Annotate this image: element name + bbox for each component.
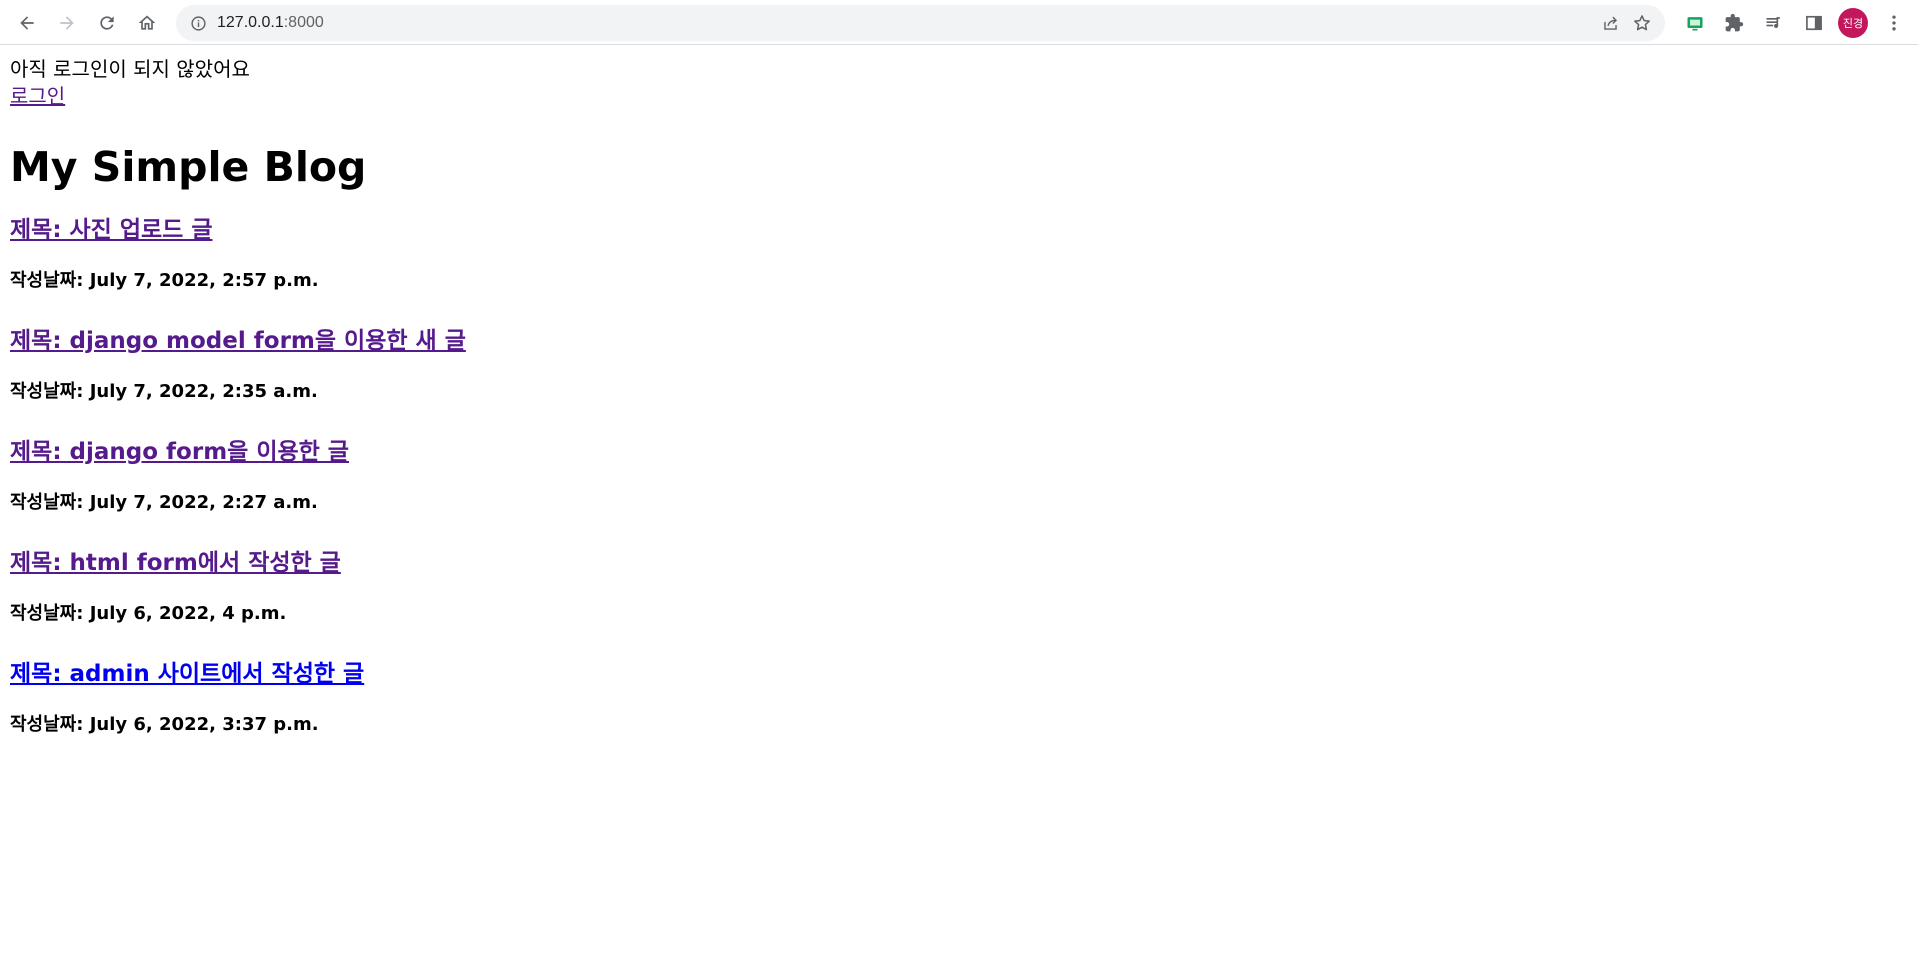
profile-avatar[interactable]: 진경 — [1838, 8, 1868, 38]
post-title-link[interactable]: 제목: html form에서 작성한 글 — [10, 548, 341, 578]
playlist-icon[interactable] — [1762, 11, 1786, 35]
arrow-right-icon — [60, 16, 74, 30]
page-content: 아직 로그인이 되지 않았어요 로그인 My Simple Blog 제목: 사… — [10, 56, 1900, 735]
url-text[interactable]: 127.0.0.1:8000 — [217, 14, 324, 32]
reload-icon — [100, 16, 114, 30]
screen-cast-icon[interactable] — [1683, 11, 1707, 35]
info-icon[interactable] — [188, 13, 208, 33]
puzzle-icon[interactable] — [1722, 11, 1746, 35]
post-item: 제목: 사진 업로드 글 작성날짜: July 7, 2022, 2:57 p.… — [10, 215, 1010, 291]
share-icon[interactable] — [1600, 13, 1620, 33]
reload-button[interactable] — [90, 6, 124, 40]
login-link[interactable]: 로그인 — [10, 83, 65, 110]
address-bar[interactable]: 127.0.0.1:8000 — [176, 5, 1665, 41]
side-panel-icon[interactable] — [1802, 11, 1826, 35]
post-date: 작성날짜: July 6, 2022, 4 p.m. — [10, 603, 287, 624]
post-item: 제목: django form을 이용한 글 작성날짜: July 7, 202… — [10, 437, 1010, 513]
browser-toolbar: 127.0.0.1:8000 진경 — [0, 0, 1918, 45]
forward-button[interactable] — [50, 6, 84, 40]
post-date: 작성날짜: July 6, 2022, 3:37 p.m. — [10, 714, 319, 735]
post-date: 작성날짜: July 7, 2022, 2:57 p.m. — [10, 270, 319, 291]
post-date: 작성날짜: July 7, 2022, 2:35 a.m. — [10, 381, 318, 402]
login-status-text: 아직 로그인이 되지 않았어요 — [10, 57, 250, 81]
arrow-left-icon — [20, 16, 34, 30]
back-button[interactable] — [10, 6, 44, 40]
post-title-link[interactable]: 제목: 사진 업로드 글 — [10, 215, 213, 245]
post-date: 작성날짜: July 7, 2022, 2:27 a.m. — [10, 492, 318, 513]
url-port: :8000 — [283, 14, 324, 31]
home-icon — [138, 15, 156, 30]
post-item: 제목: django model form을 이용한 새 글 작성날짜: Jul… — [10, 326, 1010, 402]
post-item: 제목: admin 사이트에서 작성한 글 작성날짜: July 6, 2022… — [10, 659, 1010, 735]
post-title-link[interactable]: 제목: admin 사이트에서 작성한 글 — [10, 659, 364, 689]
star-icon[interactable] — [1632, 13, 1652, 33]
blog-title: My Simple Blog — [10, 143, 367, 191]
home-button[interactable] — [130, 6, 164, 40]
url-host: 127.0.0.1 — [217, 14, 284, 31]
post-title-link[interactable]: 제목: django model form을 이용한 새 글 — [10, 326, 466, 356]
kebab-menu-icon[interactable] — [1882, 11, 1906, 35]
post-item: 제목: html form에서 작성한 글 작성날짜: July 6, 2022… — [10, 548, 1010, 624]
post-title-link[interactable]: 제목: django form을 이용한 글 — [10, 437, 349, 467]
